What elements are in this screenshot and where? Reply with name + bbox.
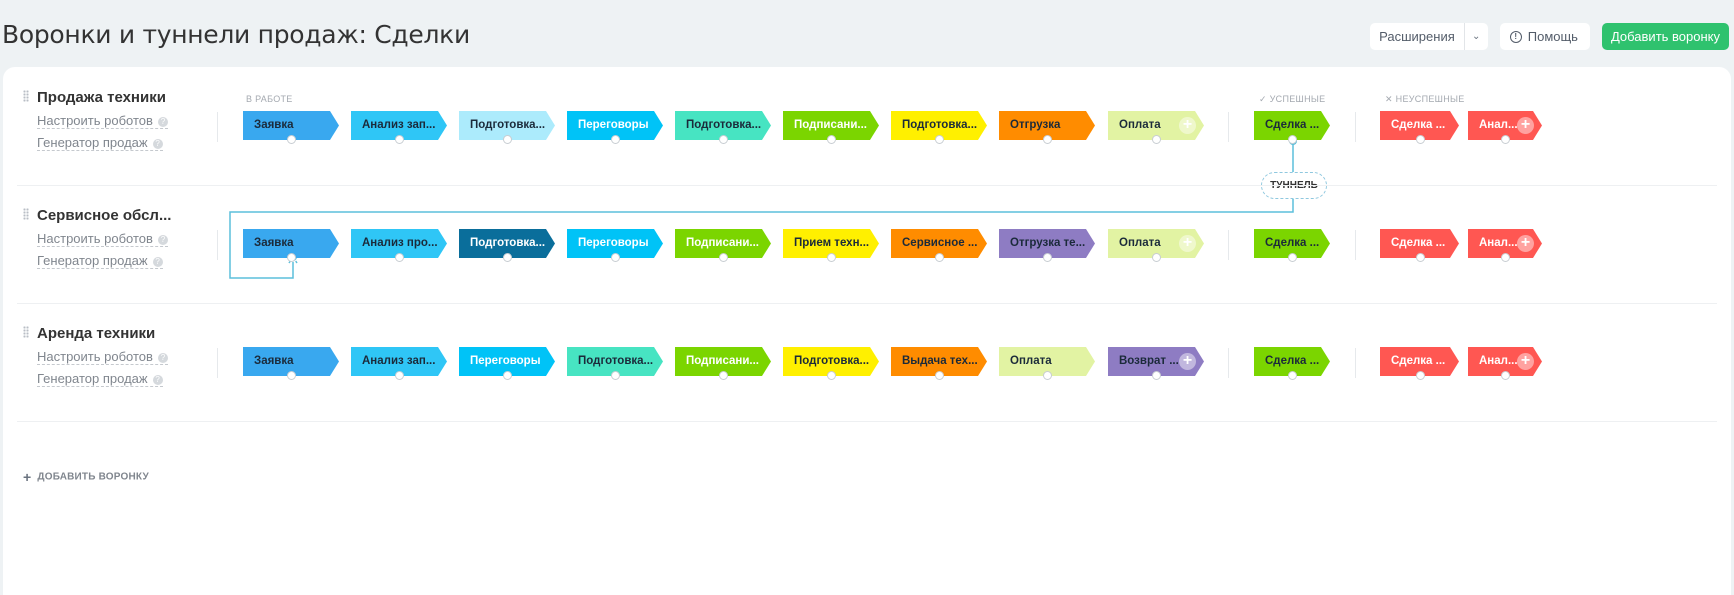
row-separator xyxy=(1228,230,1229,260)
add-stage-icon[interactable]: + xyxy=(1179,117,1196,134)
row-divider xyxy=(17,185,1717,186)
stage-connector-dot[interactable] xyxy=(719,135,728,144)
stage-connector-dot[interactable] xyxy=(503,253,512,262)
robots-link-label: Настроить роботов xyxy=(37,113,153,128)
tunnel-connector xyxy=(229,137,1297,279)
success-label-text: УСПЕШНЫЕ xyxy=(1269,94,1326,104)
funnel-name[interactable]: Аренда техники xyxy=(37,325,155,342)
row-separator xyxy=(1355,230,1356,260)
sales-generator-link-label: Генератор продаж xyxy=(37,371,148,386)
stage-connector-dot[interactable] xyxy=(1501,253,1510,262)
stage-connector-dot[interactable] xyxy=(395,371,404,380)
stage-connector-dot[interactable] xyxy=(287,371,296,380)
stage-connector-dot[interactable] xyxy=(1152,371,1161,380)
stage-connector-dot[interactable] xyxy=(1043,135,1052,144)
robots-link-label: Настроить роботов xyxy=(37,231,153,246)
stage-connector-dot[interactable] xyxy=(1415,371,1425,380)
extensions-label: Расширения xyxy=(1379,29,1455,44)
stage-connector-dot[interactable] xyxy=(935,253,944,262)
drag-handle-icon[interactable] xyxy=(23,326,29,338)
stage-connector-dot[interactable] xyxy=(719,253,728,262)
sales-generator-link[interactable]: Генератор продаж? xyxy=(37,136,163,151)
in-work-label: В РАБОТЕ xyxy=(246,94,293,104)
stage-connector-dot[interactable] xyxy=(1152,135,1161,144)
stage-connector-dot[interactable] xyxy=(1415,253,1425,262)
stage-connector-dot[interactable] xyxy=(827,253,836,262)
success-label: ✓ УСПЕШНЫЕ xyxy=(1259,94,1325,105)
sales-generator-link-label: Генератор продаж xyxy=(37,253,148,268)
stage-connector-dot[interactable] xyxy=(1043,371,1052,380)
stage-connector-dot[interactable] xyxy=(1288,253,1297,262)
row-separator xyxy=(217,230,218,260)
fail-label-text: НЕУСПЕШНЫЕ xyxy=(1395,94,1465,104)
add-funnel-link[interactable]: + ДОБАВИТЬ ВОРОНКУ xyxy=(23,469,149,485)
fail-label: ✕ НЕУСПЕШНЫЕ xyxy=(1385,94,1465,105)
funnel-name[interactable]: Продажа техники xyxy=(37,89,166,106)
stage-connector-dot[interactable] xyxy=(1152,253,1161,262)
help-icon[interactable]: ? xyxy=(157,352,168,363)
robots-link[interactable]: Настроить роботов? xyxy=(37,232,168,247)
add-stage-icon[interactable]: + xyxy=(1517,353,1534,370)
add-stage-icon[interactable]: + xyxy=(1179,235,1196,252)
cross-icon: ✕ xyxy=(1385,94,1393,104)
robots-link-label: Настроить роботов xyxy=(37,349,153,364)
sales-generator-link-label: Генератор продаж xyxy=(37,135,148,150)
row-separator xyxy=(217,112,218,142)
stage-connector-dot[interactable] xyxy=(611,135,620,144)
drag-handle-icon[interactable] xyxy=(23,208,29,220)
help-icon[interactable]: ? xyxy=(152,256,163,267)
stage-connector-dot[interactable] xyxy=(1288,135,1297,144)
stage-connector-dot[interactable] xyxy=(935,135,944,144)
help-icon[interactable]: ? xyxy=(157,116,168,127)
drag-handle-icon[interactable] xyxy=(23,90,29,102)
row-separator xyxy=(1228,348,1229,378)
info-icon: ! xyxy=(1509,30,1522,43)
add-stage-icon[interactable]: + xyxy=(1517,235,1534,252)
stage-connector-dot[interactable] xyxy=(719,371,728,380)
stage-connector-dot[interactable] xyxy=(395,135,404,144)
funnels-panel: В РАБОТЕ ✓ УСПЕШНЫЕ ✕ НЕУСПЕШНЫЕ ТУННЕЛЬ… xyxy=(3,67,1731,595)
add-stage-icon[interactable]: + xyxy=(1517,117,1534,134)
check-icon: ✓ xyxy=(1259,94,1267,104)
help-button[interactable]: ! Помощь xyxy=(1499,23,1590,50)
help-icon[interactable]: ? xyxy=(157,234,168,245)
row-divider xyxy=(17,421,1717,422)
stage-connector-dot[interactable] xyxy=(611,253,620,262)
row-separator xyxy=(1228,112,1229,142)
stage-connector-dot[interactable] xyxy=(1501,371,1510,380)
row-separator xyxy=(217,348,218,378)
stage-connector-dot[interactable] xyxy=(395,253,404,262)
add-funnel-link-label: ДОБАВИТЬ ВОРОНКУ xyxy=(37,471,149,483)
stage-connector-dot[interactable] xyxy=(503,371,512,380)
add-funnel-button[interactable]: Добавить воронку xyxy=(1601,23,1729,50)
stage-connector-dot[interactable] xyxy=(1501,135,1510,144)
row-separator xyxy=(1355,348,1356,378)
extensions-button[interactable]: Расширения ⌄ xyxy=(1370,23,1488,50)
stage-connector-dot[interactable] xyxy=(611,371,620,380)
page-title: Воронки и туннели продаж: Сделки xyxy=(2,20,470,49)
top-actions: Расширения ⌄ ! Помощь Добавить воронку xyxy=(1370,23,1729,50)
stage-connector-dot[interactable] xyxy=(827,371,836,380)
help-label: Помощь xyxy=(1527,29,1578,44)
chevron-down-icon[interactable]: ⌄ xyxy=(1463,23,1488,50)
stage-connector-dot[interactable] xyxy=(1415,135,1425,144)
stage-connector-dot[interactable] xyxy=(1043,253,1052,262)
funnel-name[interactable]: Сервисное обсл... xyxy=(37,207,171,224)
row-separator xyxy=(1355,112,1356,142)
stage-connector-dot[interactable] xyxy=(287,135,296,144)
robots-link[interactable]: Настроить роботов? xyxy=(37,114,168,129)
sales-generator-link[interactable]: Генератор продаж? xyxy=(37,372,163,387)
plus-icon: + xyxy=(23,469,32,485)
stage-connector-dot[interactable] xyxy=(935,371,944,380)
help-icon[interactable]: ? xyxy=(152,138,163,149)
stage-connector-dot[interactable] xyxy=(1288,371,1297,380)
stage-connector-dot[interactable] xyxy=(827,135,836,144)
stage-connector-dot[interactable] xyxy=(287,253,296,262)
help-icon[interactable]: ? xyxy=(152,374,163,385)
add-stage-icon[interactable]: + xyxy=(1179,353,1196,370)
sales-generator-link[interactable]: Генератор продаж? xyxy=(37,254,163,269)
row-divider xyxy=(17,303,1717,304)
stage-connector-dot[interactable] xyxy=(503,135,512,144)
robots-link[interactable]: Настроить роботов? xyxy=(37,350,168,365)
